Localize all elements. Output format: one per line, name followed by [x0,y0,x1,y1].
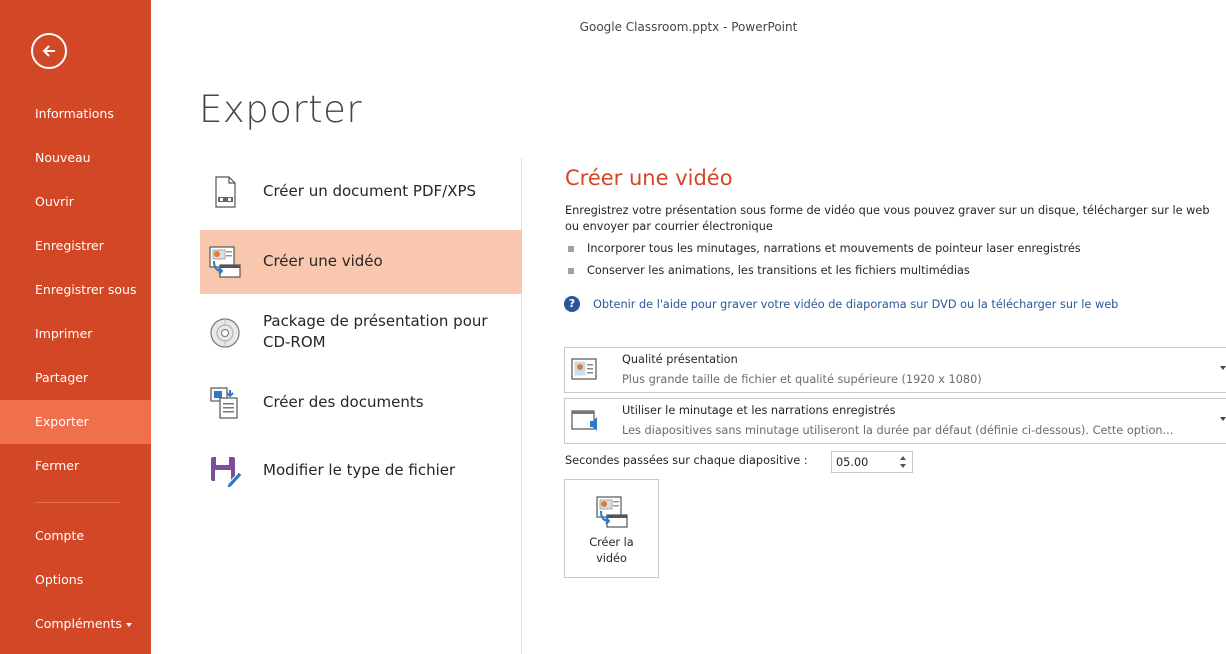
export-option-video[interactable]: Créer une vidéo [200,230,522,294]
nav-item-compte[interactable]: Compte [0,514,151,558]
help-question-icon: ? [564,296,580,312]
bullet-square-icon [568,267,574,274]
quality-dropdown-subtitle: Plus grande taille de fichier et qualité… [622,373,982,386]
spin-down-icon[interactable] [900,464,906,468]
export-option-change-file-type-label: Modifier le type de fichier [263,461,456,479]
export-option-pdf[interactable]: Créer un document PDF/XPS [200,159,522,225]
seconds-per-slide-spinner[interactable] [831,451,913,473]
dropdown-arrow-icon [1220,417,1226,421]
help-link-text[interactable]: Obtenir de l'aide pour graver votre vidé… [593,298,1118,311]
video-panel-title: Créer une vidéo [565,166,733,190]
export-option-handouts-label: Créer des documents [263,393,424,411]
export-option-pdf-label: Créer un document PDF/XPS [263,182,477,200]
help-link[interactable]: ? Obtenir de l'aide pour graver votre vi… [564,296,1118,312]
video-panel-description: Enregistrez votre présentation sous form… [565,204,1210,233]
video-icon [596,496,628,528]
nav-item-enregistrer-sous[interactable]: Enregistrer sous [0,268,151,312]
timing-dropdown-subtitle: Les diapositives sans minutage utilisero… [622,424,1174,437]
nav-item-enregistrer[interactable]: Enregistrer [0,224,151,268]
back-arrow-icon [42,45,55,57]
nav-item-ouvrir[interactable]: Ouvrir [0,180,151,224]
export-option-cd-label: Package de présentation pour CD-ROM [263,312,488,351]
spin-up-icon[interactable] [900,456,906,460]
export-option-cd[interactable]: Package de présentation pour CD-ROM [200,298,522,368]
nav-item-imprimer[interactable]: Imprimer [0,312,151,356]
video-icon [209,246,241,278]
export-option-video-label: Créer une vidéo [263,252,383,270]
backstage-sidebar: Informations Nouveau Ouvrir Enregistrer … [0,0,151,654]
bullet-item: Incorporer tous les minutages, narration… [568,242,1081,255]
back-button[interactable] [31,33,67,69]
timing-dropdown[interactable]: Utiliser le minutage et les narrations e… [564,398,1226,444]
pdf-document-icon [215,176,236,208]
bullet-text: Conserver les animations, les transition… [587,264,970,277]
page-title: Exporter [199,88,363,131]
nav-item-partager[interactable]: Partager [0,356,151,400]
nav-item-nouveau[interactable]: Nouveau [0,136,151,180]
seconds-per-slide-input[interactable] [836,454,886,470]
save-as-icon [211,457,242,488]
nav-item-informations[interactable]: Informations [0,92,151,136]
seconds-per-slide-label: Secondes passées sur chaque diapositive … [565,454,808,467]
nav-item-options[interactable]: Options [0,558,151,602]
nav-item-complements-label: Compléments [35,616,122,631]
presentation-quality-icon [571,358,597,380]
sidebar-divider [35,502,121,503]
handouts-icon [210,387,238,419]
dropdown-caret-icon [125,622,132,627]
create-video-button[interactable]: Créer la vidéo [564,479,659,578]
create-video-button-label: Créer la vidéo [589,536,634,565]
dropdown-arrow-icon [1220,366,1226,370]
bullet-item: Conserver les animations, les transition… [568,264,970,277]
nav-item-complements[interactable]: Compléments [0,602,151,646]
narration-timing-icon [571,410,597,431]
export-option-handouts[interactable]: Créer des documents [200,370,522,436]
timing-dropdown-title: Utiliser le minutage et les narrations e… [622,404,896,417]
nav-item-fermer[interactable]: Fermer [0,444,151,488]
export-option-change-file-type[interactable]: Modifier le type de fichier [200,438,522,504]
quality-dropdown-title: Qualité présentation [622,353,738,366]
window-title: Google Classroom.pptx - PowerPoint [579,20,798,34]
bullet-square-icon [568,245,574,252]
nav-item-exporter[interactable]: Exporter [0,400,151,444]
cd-icon [210,318,240,348]
bullet-text: Incorporer tous les minutages, narration… [587,242,1081,255]
quality-dropdown[interactable]: Qualité présentation Plus grande taille … [564,347,1226,393]
